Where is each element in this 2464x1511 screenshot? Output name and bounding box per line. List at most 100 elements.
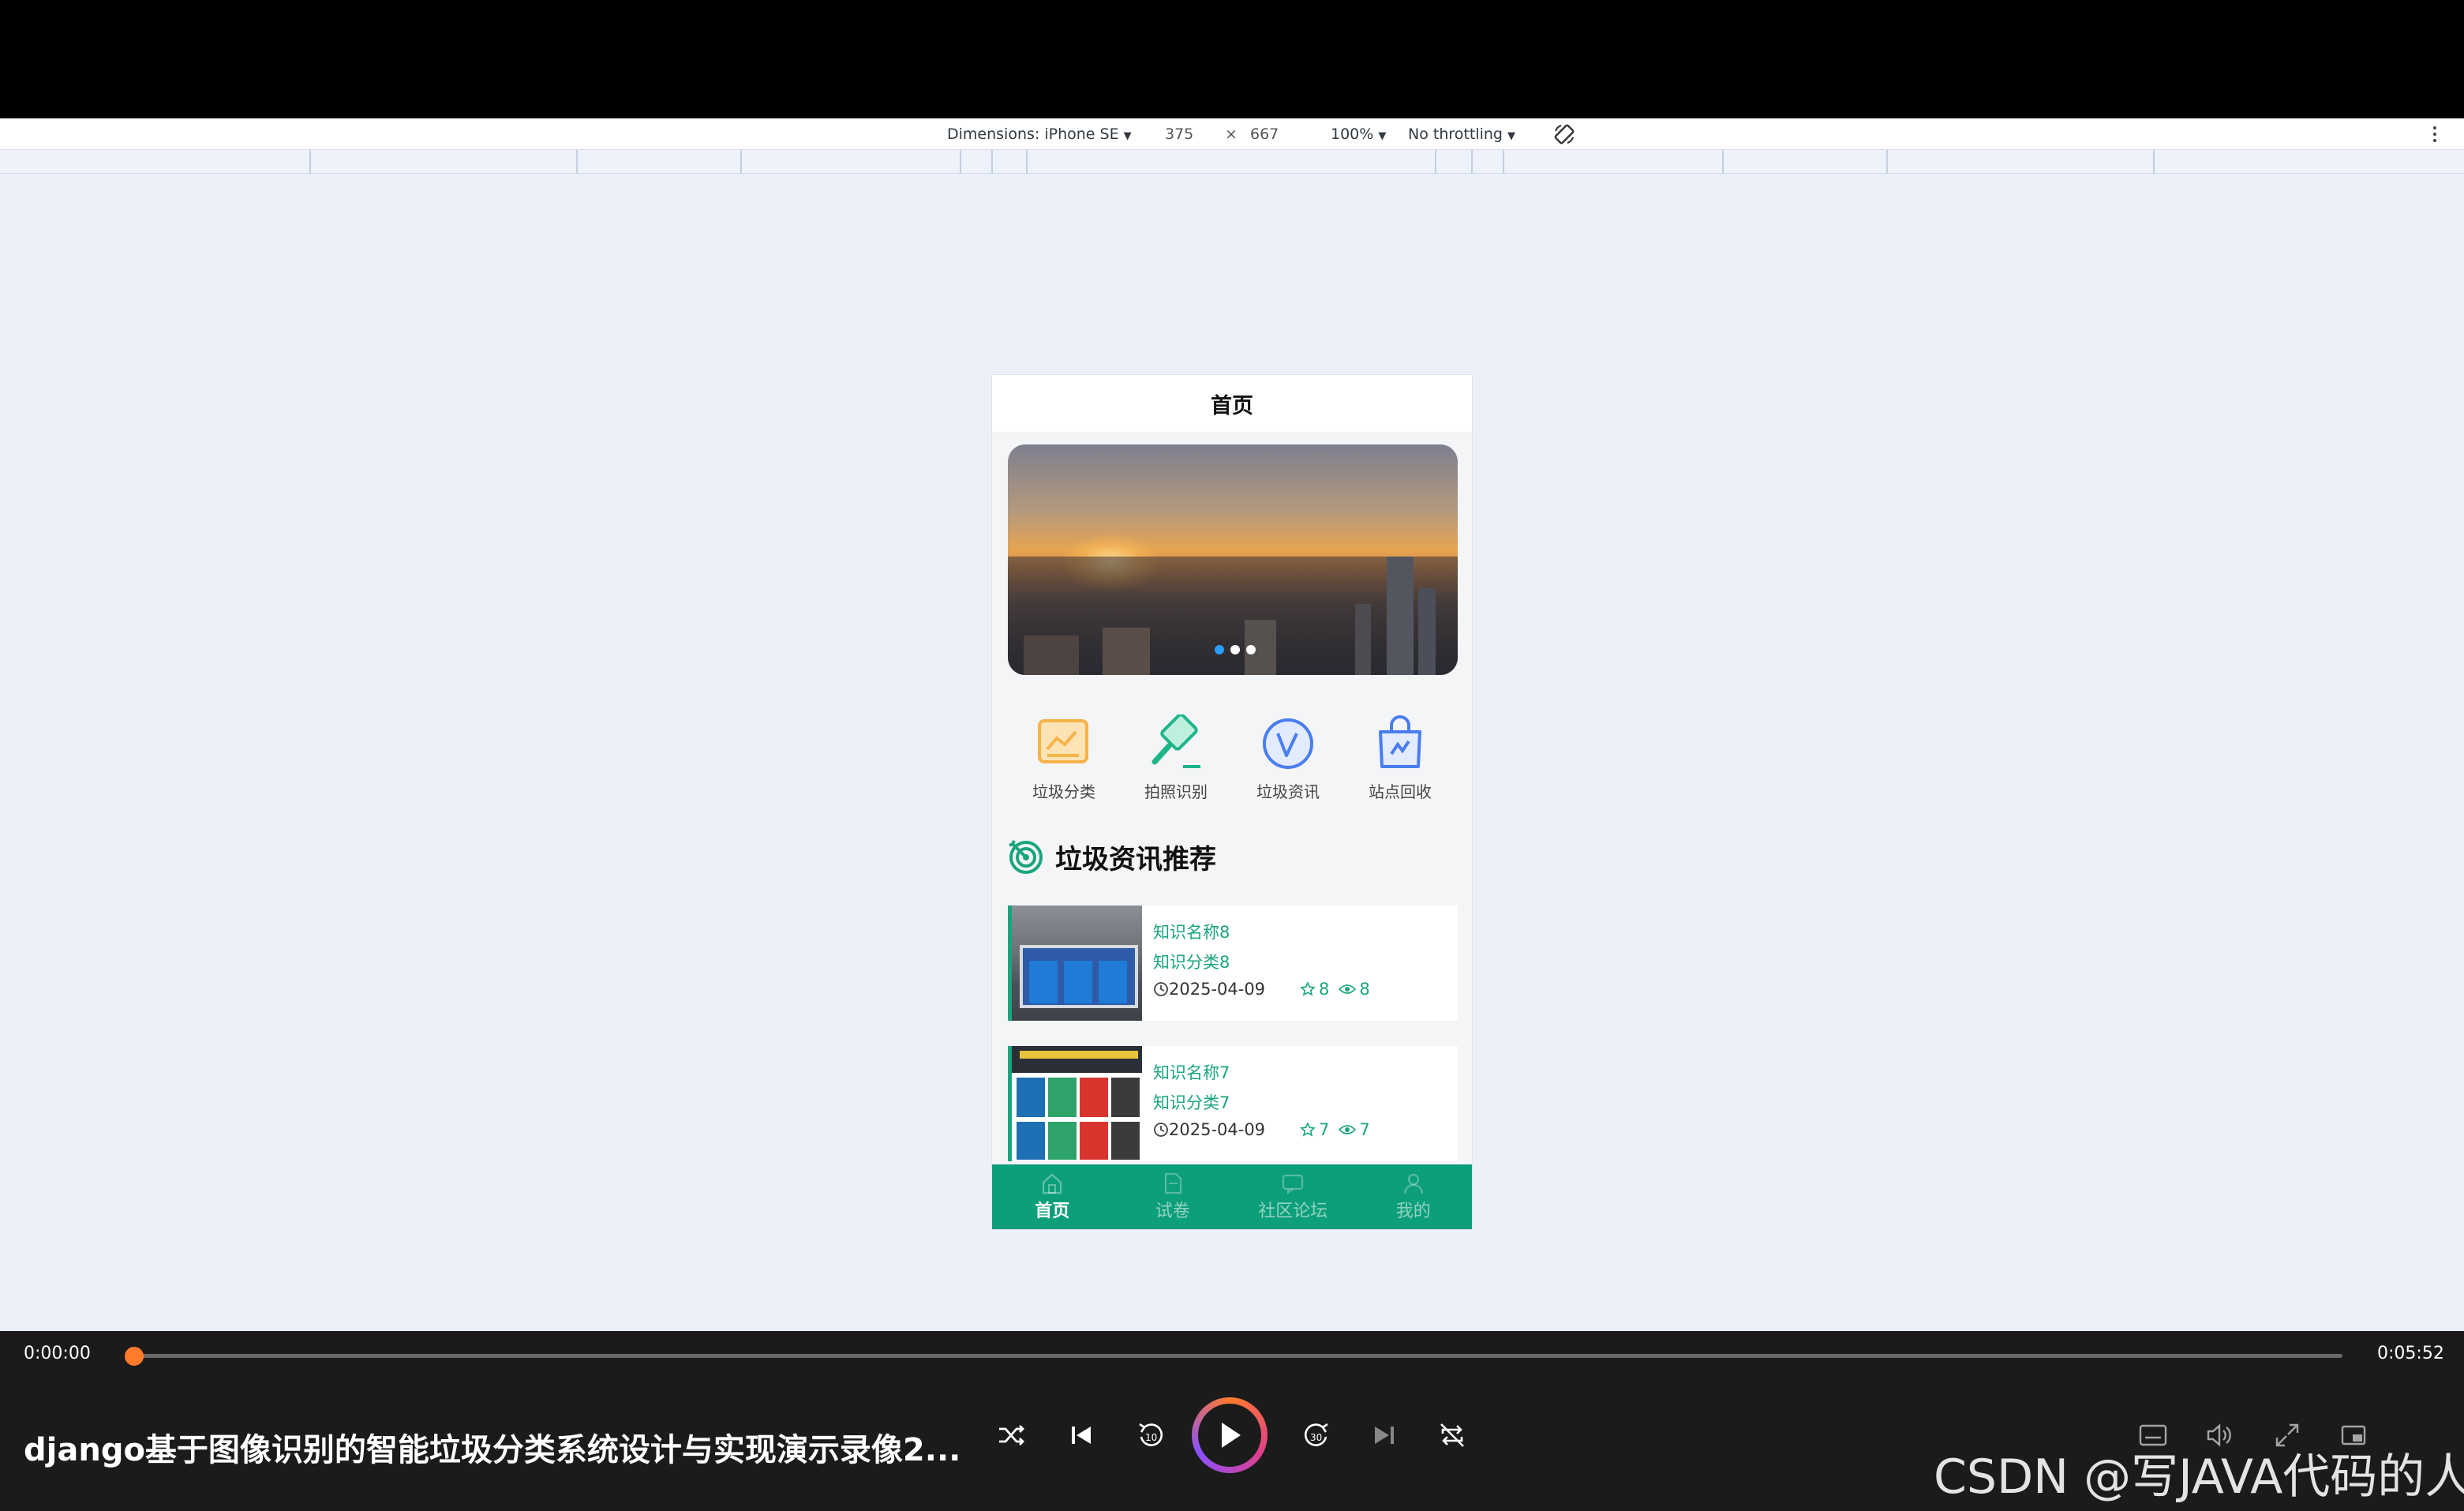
shortcut-label: 垃圾分类 (1032, 782, 1095, 801)
progress-handle[interactable] (125, 1347, 144, 1366)
svg-text:10: 10 (1145, 1432, 1157, 1443)
news-category: 知识分类7 (1153, 1093, 1230, 1112)
eye-icon (1339, 984, 1357, 994)
news-name: 知识名称7 (1153, 1063, 1230, 1082)
document-icon (1164, 1172, 1181, 1194)
user-icon (1403, 1173, 1423, 1194)
building (1103, 628, 1150, 675)
v-circle-icon (1263, 718, 1313, 769)
ruler-mark[interactable] (1503, 150, 1504, 174)
clock-icon (1154, 982, 1168, 996)
carousel-dot[interactable] (1230, 645, 1240, 654)
bottom-tab-bar: 首页 试卷 社区论坛 我的 (992, 1164, 1473, 1229)
section-header: 垃圾资讯推荐 (1008, 838, 1216, 876)
news-views: 7 (1359, 1120, 1370, 1139)
page-title: 首页 (992, 375, 1472, 432)
hammer-icon (1151, 714, 1200, 768)
shortcut-label: 垃圾资讯 (1256, 782, 1320, 801)
chart-picture-icon (1038, 719, 1088, 763)
carousel-dot[interactable] (1215, 645, 1224, 654)
tab-home[interactable]: 首页 (992, 1164, 1113, 1229)
device-select-label: Dimensions: iPhone SE (947, 126, 1119, 143)
mobile-app-screen: 首页 垃圾分类 拍照识别 垃圾资讯 站点回收 垃圾资讯推荐 知识名称8 知识分类… (991, 374, 1473, 1230)
previous-icon[interactable] (1056, 1410, 1107, 1460)
forward-30-icon[interactable]: 30 (1291, 1410, 1342, 1460)
top-black-band (0, 0, 2464, 118)
throttling-select[interactable]: No throttling ▼ (1408, 126, 1515, 143)
shortcut-station-recycle[interactable]: 站点回收 (1344, 714, 1456, 802)
width-input[interactable]: 375 (1165, 126, 1193, 143)
zoom-select[interactable]: 100% ▼ (1331, 126, 1386, 143)
tab-label: 我的 (1395, 1202, 1431, 1221)
news-date: 2025-04-09 (1169, 980, 1266, 999)
chevron-down-icon: ▼ (1507, 130, 1515, 142)
tab-mine[interactable]: 我的 (1354, 1164, 1473, 1229)
ruler-mark[interactable] (1026, 150, 1028, 174)
current-time: 0:00:00 (24, 1344, 91, 1363)
rewind-10-icon[interactable]: 10 (1125, 1410, 1176, 1460)
news-name: 知识名称8 (1153, 923, 1230, 942)
target-icon (1009, 839, 1043, 874)
ruler-mark[interactable] (309, 150, 311, 174)
news-item[interactable]: 知识名称7 知识分类7 2025-04-09 7 7 (1008, 1046, 1458, 1161)
device-select[interactable]: Dimensions: iPhone SE ▼ (947, 126, 1132, 143)
section-title: 垃圾资讯推荐 (1055, 844, 1216, 875)
eye-icon (1339, 1125, 1357, 1134)
throttling-label: No throttling (1408, 126, 1503, 143)
news-thumbnail (1008, 1046, 1142, 1161)
ruler-mark[interactable] (991, 150, 993, 174)
tab-exam[interactable]: 试卷 (1113, 1164, 1234, 1229)
tab-label: 社区论坛 (1258, 1202, 1328, 1221)
news-likes: 8 (1319, 980, 1330, 999)
bag-icon (1379, 715, 1421, 768)
star-icon (1300, 981, 1316, 996)
video-player-controls: 0:00:00 0:05:52 django基于图像识别的智能垃圾分类系统设计与… (0, 1331, 2464, 1511)
ruler-mark[interactable] (1435, 150, 1436, 174)
ruler-mark[interactable] (960, 150, 961, 174)
tab-forum[interactable]: 社区论坛 (1233, 1164, 1354, 1229)
media-query-ruler (0, 150, 2464, 174)
ruler-mark[interactable] (1886, 150, 1888, 174)
progress-track[interactable] (134, 1354, 2342, 1358)
ruler-mark[interactable] (1722, 150, 1724, 174)
news-thumbnail (1008, 905, 1142, 1021)
chevron-down-icon: ▼ (1123, 130, 1132, 142)
ruler-mark[interactable] (1471, 150, 1473, 174)
total-time: 0:05:52 (2377, 1344, 2444, 1363)
news-category: 知识分类8 (1153, 953, 1230, 972)
tab-label: 试卷 (1155, 1202, 1190, 1221)
home-icon (1043, 1173, 1062, 1194)
shuffle-icon[interactable] (987, 1410, 1037, 1460)
repeat-off-icon[interactable] (1427, 1410, 1477, 1460)
shortcut-garbage-classify[interactable]: 垃圾分类 (1008, 714, 1120, 802)
height-input[interactable]: 667 (1250, 126, 1279, 143)
news-date: 2025-04-09 (1169, 1120, 1266, 1139)
shortcut-label: 拍照识别 (1144, 782, 1208, 801)
ruler-mark[interactable] (576, 150, 578, 174)
devtools-device-toolbar: Dimensions: iPhone SE ▼ 375 × 667 100% ▼ N… (0, 118, 2464, 150)
clock-icon (1154, 1123, 1168, 1137)
tab-label: 首页 (1035, 1202, 1070, 1221)
banner-carousel[interactable] (1008, 444, 1458, 675)
play-button[interactable] (1192, 1397, 1268, 1473)
shortcut-label: 站点回收 (1369, 782, 1432, 801)
video-title: django基于图像识别的智能垃圾分类系统设计与实现演示录像2... (24, 1432, 961, 1468)
shortcut-garbage-news[interactable]: 垃圾资讯 (1232, 714, 1344, 802)
news-item[interactable]: 知识名称8 知识分类8 2025-04-09 8 8 (1008, 905, 1458, 1021)
carousel-indicators (1215, 645, 1256, 654)
banner-cityscape (1008, 557, 1458, 675)
more-options-icon[interactable] (2427, 118, 2443, 150)
svg-text:30: 30 (1310, 1432, 1322, 1443)
shortcut-grid: 垃圾分类 拍照识别 垃圾资讯 站点回收 (1008, 714, 1458, 802)
ruler-mark[interactable] (740, 150, 742, 174)
chevron-down-icon: ▼ (1378, 130, 1387, 142)
ruler-mark[interactable] (2153, 150, 2155, 174)
play-icon (1198, 1404, 1261, 1467)
next-icon[interactable] (1359, 1410, 1410, 1460)
shortcut-photo-recognition[interactable]: 拍照识别 (1120, 714, 1232, 802)
news-likes: 7 (1319, 1120, 1330, 1139)
rotate-icon[interactable] (1548, 118, 1580, 150)
building (1418, 588, 1436, 675)
news-views: 8 (1359, 980, 1370, 999)
carousel-dot[interactable] (1246, 645, 1256, 654)
